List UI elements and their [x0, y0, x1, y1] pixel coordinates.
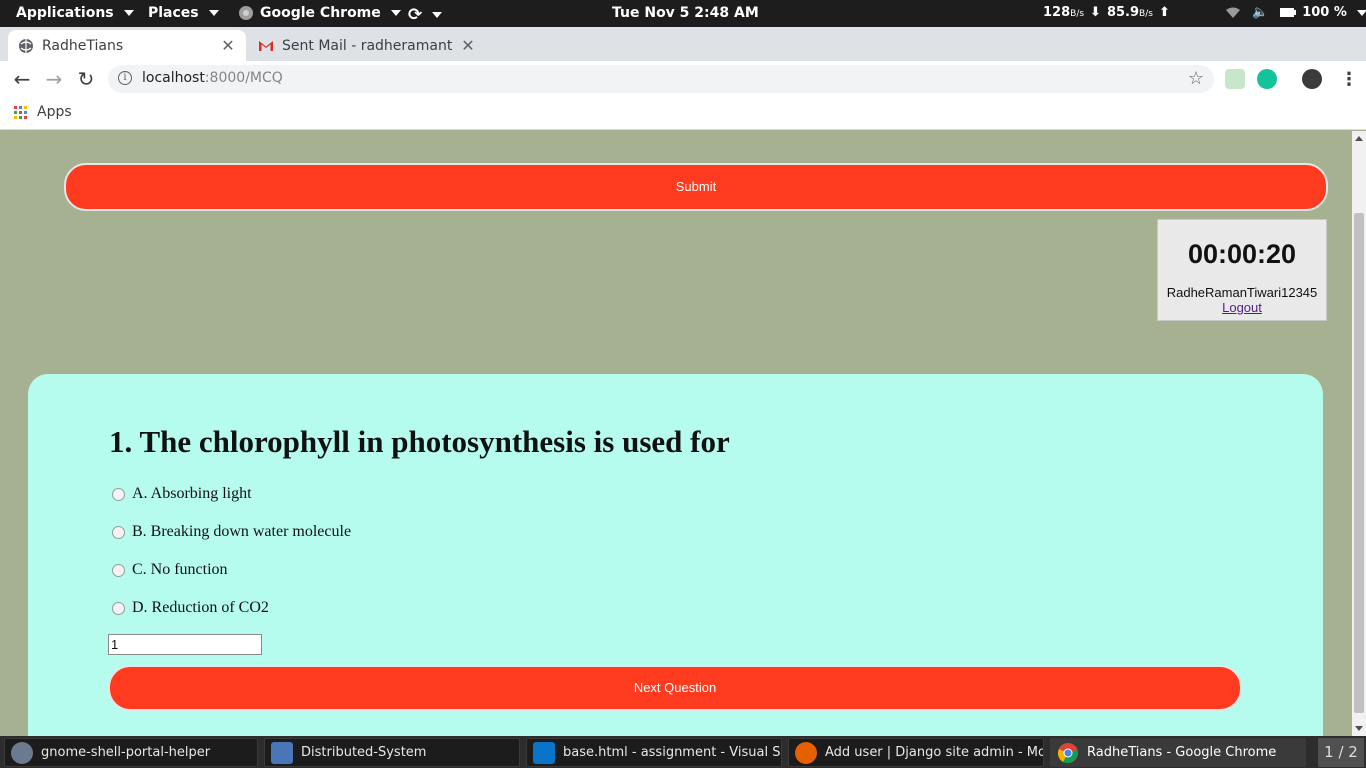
reload-button[interactable]: ↻	[74, 67, 98, 91]
battery-icon	[1280, 8, 1297, 17]
clock[interactable]: Tue Nov 5 2:48 AM	[612, 5, 759, 21]
chevron-down-icon	[123, 10, 134, 16]
upload-unit: B/s	[1139, 9, 1153, 19]
chevron-down-icon	[1356, 9, 1366, 16]
task-label: gnome-shell-portal-helper	[41, 745, 211, 760]
bookmark-star-icon[interactable]: ☆	[1188, 68, 1204, 89]
option-radio[interactable]	[112, 563, 125, 577]
tab-title: Sent Mail - radheramantiw	[282, 37, 452, 54]
username: RadheRamanTiwari12345	[1166, 285, 1318, 300]
apps-shortcut[interactable]: Apps	[14, 104, 72, 120]
battery-level: 100 %	[1302, 5, 1347, 20]
system-status-menu[interactable]: 🔈 100 %	[1226, 5, 1366, 20]
network-speed: 128B/s ⬇ 85.9B/s ⬆	[1043, 5, 1170, 20]
app-menu[interactable]: Google Chrome	[238, 5, 401, 21]
next-question-button[interactable]: Next Question	[108, 665, 1242, 711]
volume-icon: 🔈	[1252, 5, 1269, 20]
chevron-down-icon	[432, 12, 443, 18]
apps-grid-icon	[14, 105, 27, 119]
option-label: C. No function	[132, 561, 228, 578]
task-label: base.html - assignment - Visual Studio C…	[563, 745, 781, 760]
app-menu-label: Google Chrome	[260, 5, 381, 21]
window-list-taskbar: gnome-shell-portal-helper Distributed-Sy…	[0, 736, 1366, 768]
forward-button[interactable]: →	[42, 67, 66, 91]
places-label: Places	[148, 5, 199, 21]
option-a[interactable]: A. Absorbing light	[112, 485, 252, 503]
firefox-icon	[795, 741, 817, 764]
bookmarks-bar: Apps	[0, 97, 1366, 130]
option-radio[interactable]	[112, 487, 125, 501]
file-manager-icon	[271, 741, 293, 764]
refresh-menu[interactable]: ⟳	[408, 5, 443, 25]
extension-icon[interactable]	[1225, 69, 1245, 89]
timer: 00:00:20	[1187, 239, 1297, 269]
answer-input[interactable]: 1	[108, 634, 262, 655]
logout-link[interactable]: Logout	[1158, 300, 1326, 315]
option-label: D. Reduction of CO2	[132, 599, 269, 616]
submit-button[interactable]: Submit	[64, 163, 1328, 211]
url-path: :8000/MCQ	[204, 70, 283, 86]
download-arrow-icon: ⬇	[1090, 5, 1101, 20]
task-vscode[interactable]: base.html - assignment - Visual Studio C…	[526, 738, 782, 767]
applications-label: Applications	[16, 5, 114, 21]
tab-radhetians[interactable]: RadheTians ✕	[8, 30, 246, 61]
portal-helper-icon	[11, 741, 33, 764]
task-firefox[interactable]: Add user | Django site admin - Mozilla F…	[788, 738, 1044, 767]
chevron-down-icon	[390, 10, 401, 16]
task-distributed-system[interactable]: Distributed-System	[264, 738, 520, 767]
scroll-down-icon[interactable]	[1355, 726, 1363, 731]
vscode-icon	[533, 741, 555, 764]
browser-toolbar: ← → ↻ i localhost:8000/MCQ ☆	[0, 61, 1366, 97]
chrome-icon	[1058, 742, 1078, 763]
address-bar[interactable]: i localhost:8000/MCQ ☆	[108, 65, 1214, 93]
page-scrollbar[interactable]	[1352, 131, 1366, 736]
option-d[interactable]: D. Reduction of CO2	[112, 599, 269, 617]
gmail-icon	[259, 40, 273, 51]
download-speed: 128	[1043, 5, 1071, 20]
url-text: localhost:8000/MCQ	[142, 70, 283, 86]
menu-icon[interactable]: ⋮	[1340, 69, 1358, 90]
back-button[interactable]: ←	[10, 67, 34, 91]
task-label: Distributed-System	[301, 745, 427, 760]
grammarly-icon[interactable]	[1257, 69, 1277, 89]
tab-sent-mail[interactable]: Sent Mail - radheramantiw ✕	[248, 30, 486, 61]
refresh-icon: ⟳	[408, 5, 423, 25]
timer-panel: 00:00:20 RadheRamanTiwari12345 Logout	[1157, 219, 1327, 321]
download-unit: B/s	[1070, 9, 1085, 19]
task-chrome[interactable]: RadheTians - Google Chrome	[1050, 738, 1306, 767]
url-host: localhost	[142, 70, 205, 86]
workspace-pager[interactable]: 1 / 2	[1318, 738, 1364, 767]
task-portal-helper[interactable]: gnome-shell-portal-helper	[4, 738, 258, 767]
places-menu[interactable]: Places	[148, 5, 219, 21]
upload-arrow-icon: ⬆	[1158, 5, 1170, 20]
system-top-bar: Applications Places Google Chrome ⟳ Tue …	[0, 0, 1366, 27]
scrollbar-thumb[interactable]	[1354, 213, 1364, 713]
option-radio[interactable]	[112, 601, 125, 615]
option-b[interactable]: B. Breaking down water molecule	[112, 523, 351, 541]
question-card: 1. The chlorophyll in photosynthesis is …	[28, 374, 1323, 736]
question-title: 1. The chlorophyll in photosynthesis is …	[109, 424, 730, 459]
close-icon[interactable]: ✕	[460, 36, 476, 55]
apps-label: Apps	[37, 104, 72, 120]
info-icon[interactable]: i	[118, 71, 132, 85]
wifi-icon	[1226, 7, 1240, 18]
globe-icon	[19, 38, 33, 53]
applications-menu[interactable]: Applications	[16, 5, 134, 21]
avatar[interactable]	[1302, 69, 1322, 89]
option-label: A. Absorbing light	[132, 485, 252, 502]
upload-speed: 85.9	[1106, 5, 1140, 20]
task-label: Add user | Django site admin - Mozilla F…	[825, 745, 1043, 760]
close-icon[interactable]: ✕	[220, 36, 236, 55]
option-c[interactable]: C. No function	[112, 561, 228, 579]
option-label: B. Breaking down water molecule	[132, 523, 352, 540]
task-label: RadheTians - Google Chrome	[1087, 745, 1277, 760]
chevron-down-icon	[208, 10, 219, 16]
chrome-icon	[239, 6, 253, 20]
page-content: Submit 00:00:20 RadheRamanTiwari12345 Lo…	[0, 131, 1352, 736]
clock-label: Tue Nov 5 2:48 AM	[612, 5, 759, 21]
option-radio[interactable]	[112, 525, 125, 539]
tab-title: RadheTians	[42, 37, 124, 54]
scroll-up-icon[interactable]	[1355, 136, 1363, 141]
tab-strip: RadheTians ✕ Sent Mail - radheramantiw ✕…	[0, 27, 1366, 83]
